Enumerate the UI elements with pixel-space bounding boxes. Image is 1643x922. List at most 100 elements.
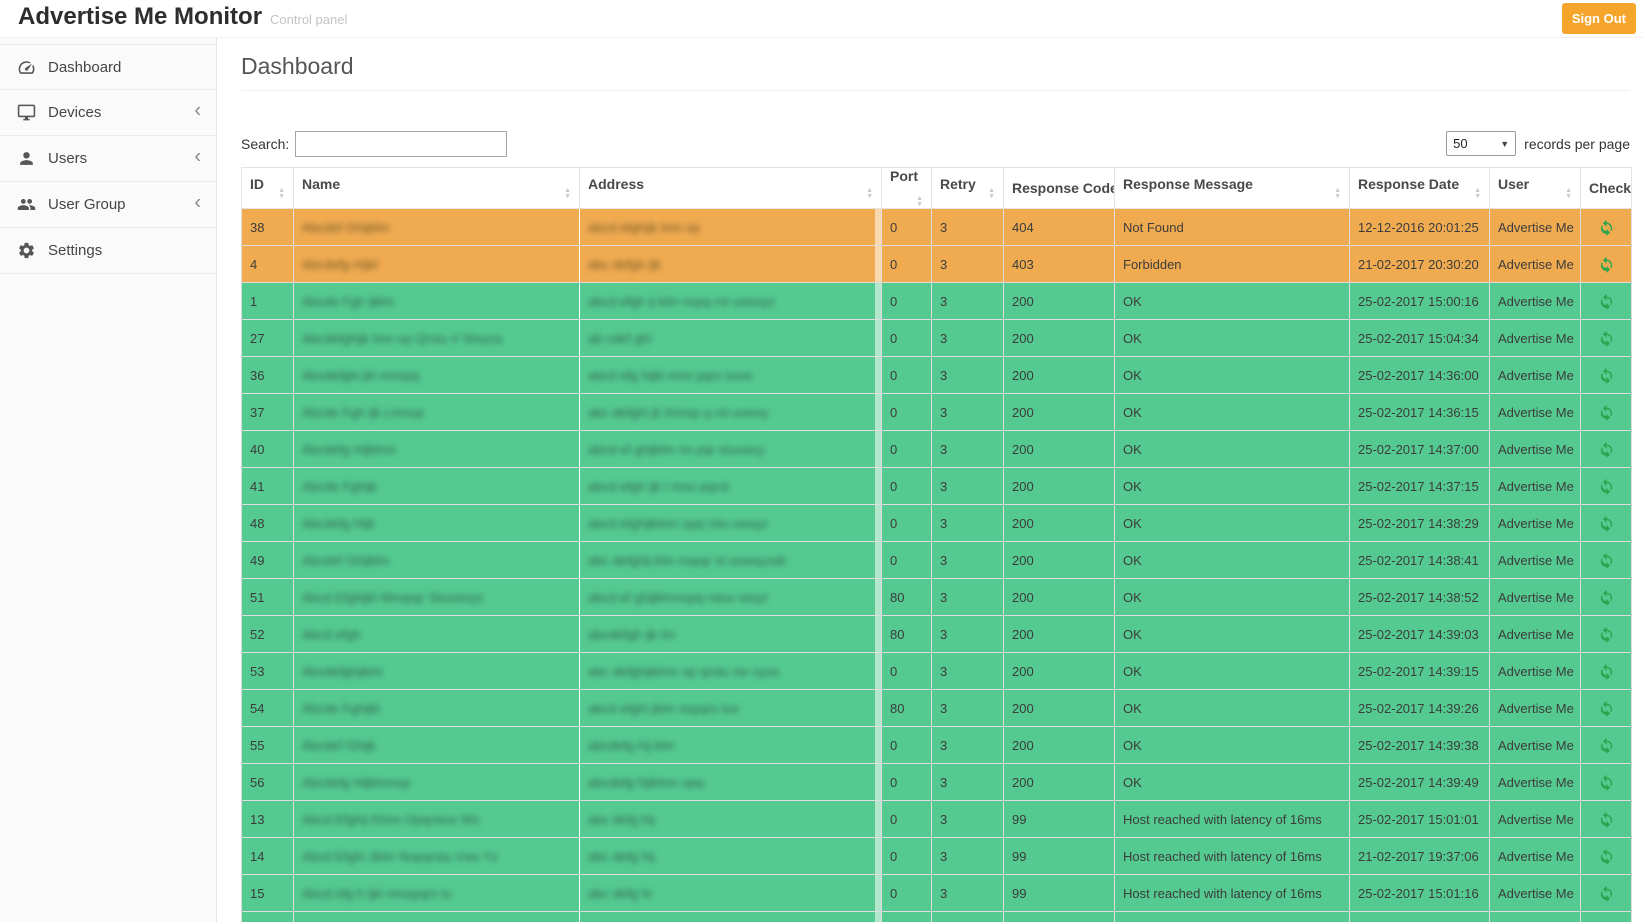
cell-retry: 3 [932, 209, 1004, 246]
column-label: User [1498, 176, 1529, 192]
cell-name-redacted: Abcde Fghijkl [294, 690, 580, 727]
sidebar-item-dashboard[interactable]: Dashboard [0, 44, 216, 90]
cell-response-date: 25-02-2017 15:00:16 [1350, 283, 1490, 320]
refresh-icon[interactable] [1598, 293, 1615, 310]
column-label: Address [588, 176, 644, 192]
column-header-addr[interactable]: Address▲▼ [580, 168, 882, 209]
cell-address-redacted: abcd efgh ij klm nopq rst uvwxyz [580, 283, 882, 320]
cell-id: 13 [242, 801, 294, 838]
cell-check [1581, 727, 1632, 764]
cell-response-code: 403 [1004, 246, 1115, 283]
devices-icon [17, 103, 36, 122]
sidebar-item-devices[interactable]: Devices‹ [0, 90, 216, 136]
refresh-icon[interactable] [1598, 219, 1615, 236]
redaction-band [875, 764, 881, 801]
refresh-icon[interactable] [1598, 330, 1615, 347]
cell-response-date: 25-02-2017 14:39:26 [1350, 690, 1490, 727]
cell-port: 0 [882, 394, 932, 431]
refresh-icon[interactable] [1598, 774, 1615, 791]
search-input[interactable] [295, 131, 507, 157]
refresh-icon[interactable] [1598, 848, 1615, 865]
cell-name-redacted: Abcdef Ghijklm [294, 542, 580, 579]
cell-name-redacted: Abcdefg Hijk [294, 505, 580, 542]
sign-out-button[interactable]: Sign Out [1562, 3, 1636, 34]
refresh-icon[interactable] [1598, 367, 1615, 384]
cell-id: 40 [242, 431, 294, 468]
cell-name-redacted: Abcde Fghijk [294, 468, 580, 505]
refresh-icon[interactable] [1598, 404, 1615, 421]
cell-port: 0 [882, 801, 932, 838]
cell-response-code: 200 [1004, 357, 1115, 394]
table-row [242, 912, 1632, 922]
cell-address-redacted: abcd efghi jklm nopqrs tuv [580, 690, 882, 727]
refresh-icon[interactable] [1598, 626, 1615, 643]
cell-user: Advertise Me [1490, 505, 1581, 542]
redaction-band [875, 542, 881, 579]
cell-port: 0 [882, 357, 932, 394]
cell-retry: 3 [932, 246, 1004, 283]
redaction-band [875, 246, 881, 283]
column-header-port[interactable]: Port▲▼ [882, 168, 932, 209]
redaction-band [875, 727, 881, 764]
app-title: Advertise Me MonitorControl panel [18, 3, 347, 31]
sort-icon: ▲▼ [278, 188, 285, 200]
cell-address-redacted: abcd efgh ijk l mno pqrst [580, 468, 882, 505]
column-header-retry[interactable]: Retry▲▼ [932, 168, 1004, 209]
table-row: 41Abcde Fghijkabcd efgh ijk l mno pqrst0… [242, 468, 1632, 505]
refresh-icon[interactable] [1598, 811, 1615, 828]
refresh-icon[interactable] [1598, 663, 1615, 680]
cell-check [1581, 875, 1632, 912]
cell-user: Advertise Me [1490, 468, 1581, 505]
cell-user: Advertise Me [1490, 838, 1581, 875]
column-header-id[interactable]: ID▲▼ [242, 168, 294, 209]
cell-retry: 3 [932, 579, 1004, 616]
cell-port: 0 [882, 320, 932, 357]
refresh-icon[interactable] [1598, 737, 1615, 754]
cell-response-code: 200 [1004, 764, 1115, 801]
column-label: Response Date [1358, 176, 1459, 192]
sort-icon: ▲▼ [1474, 188, 1481, 200]
cell-response-code: 99 [1004, 875, 1115, 912]
sidebar-item-user-group[interactable]: User Group‹ [0, 182, 216, 228]
column-header-user[interactable]: User▲▼ [1490, 168, 1581, 209]
cell-response-code: 200 [1004, 320, 1115, 357]
refresh-icon[interactable] [1598, 441, 1615, 458]
cell-id [242, 912, 294, 922]
cell-response-code: 404 [1004, 209, 1115, 246]
cell-response-message: Host reached with latency of 16ms [1115, 801, 1350, 838]
page-size-select[interactable]: 50 ▼ [1446, 131, 1516, 156]
refresh-icon[interactable] [1598, 552, 1615, 569]
cell-name-redacted: Abcdefg Hijklmn [294, 431, 580, 468]
cell-address-redacted: abcd efghijk lmn op [580, 209, 882, 246]
column-header-message[interactable]: Response Message▲▼ [1115, 168, 1350, 209]
column-label: Response Message [1123, 176, 1253, 192]
cell-response-message: Host reached with latency of 16ms [1115, 838, 1350, 875]
column-header-check: Check [1581, 168, 1632, 209]
cell-address-redacted: abcd ef ghijklm no pqr stuvwxy [580, 431, 882, 468]
column-header-code[interactable]: Response Code▼ [1004, 168, 1115, 209]
cell-port [882, 912, 932, 922]
refresh-icon[interactable] [1598, 256, 1615, 273]
cell-check [1581, 468, 1632, 505]
sidebar-item-settings[interactable]: Settings [0, 228, 216, 274]
cell-retry: 3 [932, 320, 1004, 357]
column-header-name[interactable]: Name▲▼ [294, 168, 580, 209]
refresh-icon[interactable] [1598, 885, 1615, 902]
column-header-date[interactable]: Response Date ▲▼ [1350, 168, 1490, 209]
cell-response-date: 12-12-2016 20:01:25 [1350, 209, 1490, 246]
cell-response-code: 200 [1004, 690, 1115, 727]
sidebar-item-users[interactable]: Users‹ [0, 136, 216, 182]
search-label: Search: [241, 136, 289, 152]
cell-response-message: OK [1115, 468, 1350, 505]
chevron-left-icon: ‹ [194, 145, 201, 168]
cell-response-message: OK [1115, 320, 1350, 357]
cell-retry: 3 [932, 394, 1004, 431]
refresh-icon[interactable] [1598, 589, 1615, 606]
cell-response-message: OK [1115, 653, 1350, 690]
cell-name-redacted: Abcdefghijklm [294, 653, 580, 690]
refresh-icon[interactable] [1598, 478, 1615, 495]
refresh-icon[interactable] [1598, 515, 1615, 532]
cell-response-message: OK [1115, 764, 1350, 801]
refresh-icon[interactable] [1598, 700, 1615, 717]
table-row: 36Abcdefghi jkl mnopqabcd efg hijkl mno … [242, 357, 1632, 394]
